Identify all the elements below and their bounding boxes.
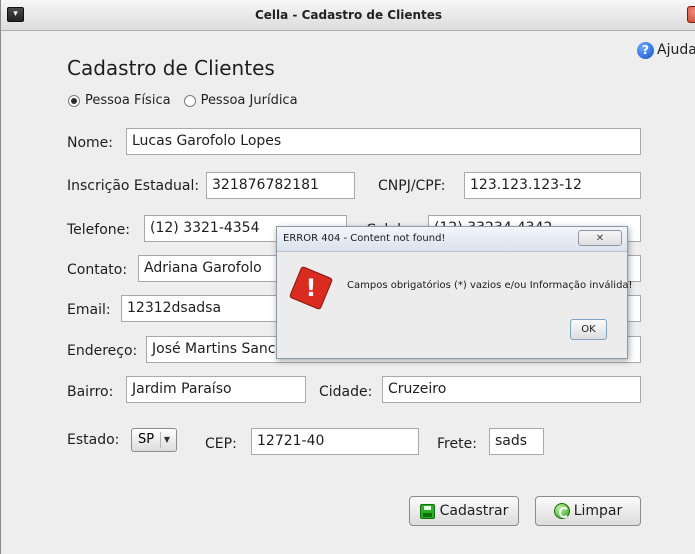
error-icon-mark: !: [305, 274, 317, 302]
estado-select[interactable]: SP ▼: [131, 428, 177, 452]
radio-pessoa-fisica[interactable]: [68, 94, 80, 107]
title-bar[interactable]: ▾ Cella - Cadastro de Clientes ✕: [1, 0, 695, 31]
email-label: Email:: [67, 302, 111, 318]
cep-field[interactable]: 12721-40: [251, 428, 419, 455]
inscricao-field[interactable]: 321876782181: [206, 172, 355, 199]
frete-field[interactable]: sads: [489, 428, 544, 455]
main-window: ▾ Cella - Cadastro de Clientes ✕ ? Ajuda…: [0, 0, 695, 554]
cnpj-field[interactable]: 123.123.123-12: [464, 172, 641, 199]
limpar-button[interactable]: Limpar: [535, 496, 641, 526]
chevron-down-icon: ▼: [160, 432, 173, 448]
dialog-close-button[interactable]: ✕: [578, 230, 622, 246]
window-close-button[interactable]: ✕: [687, 6, 695, 23]
telefone-label: Telefone:: [67, 222, 130, 238]
frete-label: Frete:: [437, 436, 477, 452]
bairro-field[interactable]: Jardim Paraíso: [126, 376, 306, 403]
dialog-message: Campos obrigatórios (*) vazios e/ou Info…: [347, 280, 633, 291]
contato-label: Contato:: [67, 262, 128, 278]
dialog-body: ! Campos obrigatórios (*) vazios e/ou In…: [277, 252, 633, 358]
bairro-label: Bairro:: [67, 384, 114, 400]
page-title: Cadastro de Clientes: [67, 56, 275, 80]
cnpj-label: CNPJ/CPF:: [378, 178, 446, 194]
estado-label: Estado:: [67, 432, 120, 448]
radio-pessoa-juridica-label[interactable]: Pessoa Jurídica: [201, 93, 298, 108]
window-title: Cella - Cadastro de Clientes: [254, 8, 443, 22]
radio-pessoa-juridica[interactable]: [183, 94, 196, 107]
help-button[interactable]: ? Ajuda: [637, 40, 695, 60]
save-icon: [419, 503, 435, 519]
help-label: Ajuda: [657, 42, 695, 58]
help-icon: ?: [637, 41, 654, 59]
radio-pessoa-fisica-label[interactable]: Pessoa Física: [85, 93, 171, 108]
dialog-ok-button[interactable]: OK: [570, 319, 607, 340]
cadastrar-button-label: Cadastrar: [439, 503, 509, 519]
endereco-label: Endereço:: [67, 343, 138, 359]
cadastrar-button[interactable]: Cadastrar: [409, 496, 519, 526]
dialog-title: ERROR 404 - Content not found!: [283, 233, 446, 244]
dialog-title-bar[interactable]: ERROR 404 - Content not found! ✕: [277, 227, 627, 252]
error-dialog: ERROR 404 - Content not found! ✕ ! Campo…: [276, 226, 633, 359]
cidade-label: Cidade:: [319, 384, 373, 400]
nome-label: Nome:: [67, 135, 114, 151]
nome-field[interactable]: Lucas Garofolo Lopes: [126, 128, 641, 155]
refresh-icon: [553, 503, 570, 519]
cep-label: CEP:: [205, 436, 237, 452]
limpar-button-label: Limpar: [573, 503, 623, 519]
person-type-group: Pessoa Física Pessoa Jurídica: [68, 93, 298, 108]
estado-select-value: SP: [138, 432, 155, 447]
inscricao-label: Inscrição Estadual:: [67, 178, 200, 194]
cidade-field[interactable]: Cruzeiro: [382, 376, 641, 403]
